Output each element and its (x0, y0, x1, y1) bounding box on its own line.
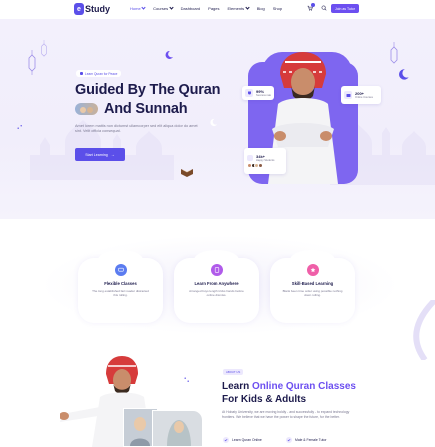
monitor-icon (114, 264, 127, 276)
book-icon (80, 72, 83, 75)
nav-item-blog[interactable]: Blog (257, 6, 265, 11)
lantern-icon (390, 42, 398, 64)
lantern-icon (28, 50, 36, 75)
crescent-moon-icon (210, 118, 218, 127)
trophy-icon (245, 89, 253, 97)
cart-count-badge (311, 3, 315, 7)
nav-label: Dashboard (180, 6, 201, 11)
start-learning-button[interactable]: Start Learning → (75, 148, 125, 161)
quran-stand-icon (181, 169, 193, 177)
lantern-icon (41, 40, 47, 57)
feature-card-skill: Skill-Based Learning Blank been time ord… (270, 250, 355, 323)
about-title-highlight: Online Quran Classes (252, 381, 356, 392)
nav-item-shop[interactable]: Shop (273, 6, 282, 11)
crescent-moon-icon (165, 50, 173, 59)
nav-item-pages[interactable]: Pages (208, 6, 219, 11)
hero-title-line2: And Sunnah (104, 101, 188, 117)
stat-card-courses: 200+ Online Courses (341, 86, 381, 104)
bullet-text: Male & Female Tutor (295, 438, 327, 442)
feature-card-flexible: Flexible Classes The long established fa… (78, 250, 163, 323)
nav-label: Courses (153, 6, 169, 11)
chevron-down-icon (141, 5, 146, 10)
bullet-learn-quran: Learn Quran Online (223, 437, 262, 443)
chevron-down-icon (245, 5, 250, 10)
join-as-tutor-button[interactable]: Join as Tutor (331, 4, 359, 13)
about-photo-2 (152, 410, 203, 447)
logo[interactable]: e Study (74, 3, 110, 15)
check-icon (286, 437, 292, 443)
check-icon (223, 437, 229, 443)
logo-mark-icon: e (74, 3, 84, 15)
feature-card-anywhere: Learn From Anywhere Arranged buys length… (174, 250, 259, 323)
student-avatars (247, 163, 263, 168)
bullet-tutor: Male & Female Tutor (286, 437, 326, 443)
logo-text: Study (85, 4, 111, 14)
site-header: e Study Home Courses Dashboard Pages Ele… (0, 0, 435, 19)
stat-card-students: 34k+ Happy Students (244, 148, 286, 174)
main-nav: Home Courses Dashboard Pages Elements Bl… (130, 5, 290, 11)
feature-title: Flexible Classes (104, 281, 137, 286)
feature-title: Skill-Based Learning (291, 281, 334, 286)
about-tag: ABOUT US (223, 369, 244, 375)
about-title-prefix: Learn (222, 381, 253, 392)
nav-item-home[interactable]: Home (130, 5, 146, 11)
courses-icon (344, 91, 352, 99)
sparkle-icon (17, 125, 22, 129)
users-icon (247, 155, 253, 161)
nav-label: Home (130, 6, 141, 11)
globe-icon (210, 264, 223, 276)
chevron-down-icon (168, 5, 174, 10)
arrow-right-icon: → (110, 152, 115, 157)
nav-item-dashboard[interactable]: Dashboard (181, 6, 201, 11)
title-inline-image (75, 103, 98, 115)
nav-label: Shop (272, 6, 283, 11)
nav-label: Blog (256, 6, 265, 11)
bullet-text: Learn Quran Online (232, 438, 262, 442)
hero-badge: Learn Quran for Peace (76, 70, 122, 77)
feature-description: Blank been time order using possible not… (282, 289, 343, 297)
about-title-line1: Learn Online Quran Classes (222, 381, 356, 392)
nav-item-courses[interactable]: Courses (153, 5, 174, 11)
page: e Study Home Courses Dashboard Pages Ele… (0, 0, 435, 447)
start-learning-label: Start Learning (85, 152, 108, 157)
nav-label: Pages (208, 6, 220, 11)
avatar (257, 163, 263, 168)
feature-description: Arranged buys length tricks hands before… (189, 289, 244, 297)
stat-label: Success rate (256, 94, 271, 97)
stat-label: Happy Students (256, 159, 275, 162)
decorative-swoosh-icon (413, 300, 435, 360)
search-icon[interactable] (321, 5, 327, 11)
nav-label: Elements (227, 6, 245, 11)
hero-badge-text: Learn Quran for Peace (85, 71, 118, 76)
feature-title: Learn From Anywhere (194, 281, 239, 286)
about-description: At Hobaty University, we are moving bold… (222, 410, 350, 419)
crescent-moon-icon (399, 69, 409, 80)
stat-label: Online Courses (355, 96, 373, 99)
hero-description: Amet lorem mattis non dictumst ullamcorp… (75, 124, 198, 134)
about-title-line2: For Kids & Adults (222, 394, 307, 405)
nav-item-elements[interactable]: Elements (227, 5, 250, 11)
sparkle-icon (184, 377, 189, 382)
hero-title-line1: Guided By The Quran (75, 82, 221, 98)
feature-description: The long established fact reader distrac… (92, 289, 149, 297)
star-icon (306, 264, 319, 276)
stat-card-success: 99% Success rate (242, 86, 274, 100)
